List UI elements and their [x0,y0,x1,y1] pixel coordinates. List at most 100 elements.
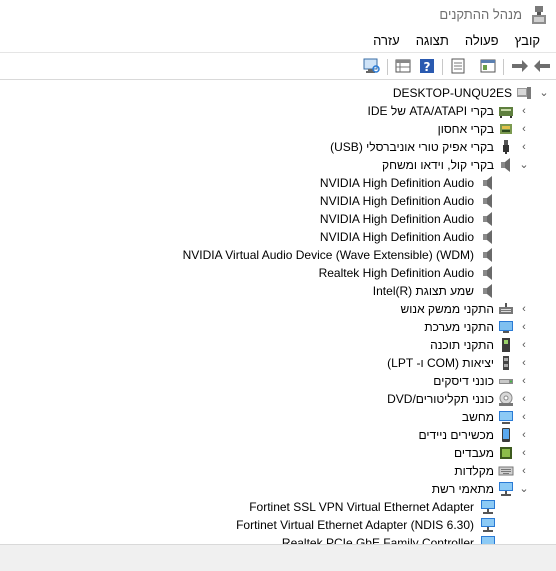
network-adapter-icon [499,482,513,496]
chevron-right-icon[interactable]: ‹ [518,444,530,462]
device-manager-app-icon [532,6,546,24]
chevron-right-icon[interactable]: ‹ [518,372,530,390]
category-label: מכשירים ניידים [418,428,494,442]
tree-device[interactable]: Realtek PCIe GbE Family Controller [0,534,556,544]
title-bar: מנהל ההתקנים [0,0,556,30]
device-label: שמע תצוגת Intel(R) [372,284,474,298]
menu-file[interactable]: קובץ [507,30,548,52]
speaker-icon [483,248,492,262]
category-label: מתאמי רשת [431,482,494,496]
speaker-icon [483,230,492,244]
category-label: התקני תוכנה [430,338,494,352]
chevron-right-icon[interactable]: ‹ [518,426,530,444]
usb-icon [503,140,509,154]
chevron-right-icon[interactable]: ‹ [518,102,530,120]
toolbar-separator [387,59,388,75]
computer-root-icon [517,87,531,99]
svg-text:?: ? [424,60,431,74]
chevron-down-icon[interactable]: ⌄ [518,480,530,498]
toolbar-separator [442,59,443,75]
device-label: Realtek High Definition Audio [318,266,474,280]
toolbar-separator [503,59,504,75]
device-label: NVIDIA Virtual Audio Device (Wave Extens… [182,248,474,262]
chevron-down-icon[interactable]: ⌄ [538,84,550,102]
speaker-icon [483,176,492,190]
category-label: בקרי ATA/ATAPI של IDE [367,104,495,118]
tree-device[interactable]: NVIDIA High Definition Audio [0,174,556,192]
chevron-right-icon[interactable]: ‹ [518,354,530,372]
category-label: בקרי אפיק טורי אוניברסלי (USB) [330,140,494,154]
computer-icon [499,411,513,424]
tree-category[interactable]: ‹ מכשירים ניידים [0,426,556,444]
tree-category[interactable]: ‹ כונני דיסקים [0,372,556,390]
chevron-right-icon[interactable]: ‹ [518,138,530,156]
ide-controller-icon [499,107,513,118]
back-arrow-icon[interactable] [532,57,552,75]
chevron-right-icon[interactable]: ‹ [518,300,530,318]
network-adapter-icon [481,536,495,544]
tree-device[interactable]: Fortinet Virtual Ethernet Adapter (NDIS … [0,516,556,534]
chevron-right-icon[interactable]: ‹ [518,462,530,480]
category-label: התקני ממשק אנוש [400,302,494,316]
device-tree: ⌄ DESKTOP-UNQU2ES ‹ בקרי ATA/ATAPI של ID… [0,82,556,544]
status-bar [0,544,556,571]
tree-category[interactable]: ⌄ בקרי קול, וידאו ומשחק [0,156,556,174]
category-label: מעבדים [454,446,494,460]
toolbar: ? [0,52,556,80]
dvd-drive-icon [499,391,513,406]
chevron-right-icon[interactable]: ‹ [518,120,530,138]
menu-bar: קובץ פעולה תצוגה עזרה [0,30,556,52]
tree-root[interactable]: ⌄ DESKTOP-UNQU2ES [0,84,556,102]
chevron-right-icon[interactable]: ‹ [518,408,530,426]
hid-icon [499,303,513,314]
tree-root-label: DESKTOP-UNQU2ES [392,86,512,100]
update-driver-icon[interactable] [448,57,468,75]
tree-category[interactable]: ‹ מחשב [0,408,556,426]
tree-category[interactable]: ⌄ מתאמי רשת [0,480,556,498]
speaker-icon [483,212,492,226]
tree-category[interactable]: ‹ מעבדים [0,444,556,462]
menu-action[interactable]: פעולה [457,30,507,52]
network-adapter-icon [481,500,495,514]
chevron-down-icon[interactable]: ⌄ [518,156,530,174]
tree-device[interactable]: NVIDIA High Definition Audio [0,210,556,228]
device-label: NVIDIA High Definition Audio [319,230,474,244]
view-grid-icon[interactable] [393,57,413,75]
software-device-icon [502,338,510,352]
tree-device[interactable]: NVIDIA Virtual Audio Device (Wave Extens… [0,246,556,264]
tree-category[interactable]: ‹ יציאות (COM ו- LPT) [0,354,556,372]
menu-view[interactable]: תצוגה [408,30,457,52]
tree-category[interactable]: ‹ התקני תוכנה [0,336,556,354]
device-label: NVIDIA High Definition Audio [319,194,474,208]
tree-device[interactable]: שמע תצוגת Intel(R) [0,282,556,300]
speaker-icon [483,266,492,280]
device-label: NVIDIA High Definition Audio [319,212,474,226]
network-adapter-icon [481,518,495,532]
tree-category[interactable]: ‹ התקני ממשק אנוש [0,300,556,318]
chevron-right-icon[interactable]: ‹ [518,336,530,354]
tree-device[interactable]: Realtek High Definition Audio [0,264,556,282]
scan-hardware-icon[interactable] [362,57,382,75]
tree-category[interactable]: ‹ בקרי אחסון [0,120,556,138]
system-devices-icon [499,321,513,333]
tree-device[interactable]: NVIDIA High Definition Audio [0,192,556,210]
tree-category[interactable]: ‹ כונני תקליטורים/DVD [0,390,556,408]
tree-category[interactable]: ‹ מקלדות [0,462,556,480]
menu-help[interactable]: עזרה [365,30,408,52]
processor-icon [500,447,512,459]
tree-category[interactable]: ‹ בקרי ATA/ATAPI של IDE [0,102,556,120]
chevron-right-icon[interactable]: ‹ [518,390,530,408]
help-icon[interactable]: ? [417,57,437,75]
tree-device[interactable]: Fortinet SSL VPN Virtual Ethernet Adapte… [0,498,556,516]
forward-arrow-icon[interactable] [510,57,530,75]
speaker-icon [501,158,510,172]
tree-category[interactable]: ‹ בקרי אפיק טורי אוניברסלי (USB) [0,138,556,156]
tree-category[interactable]: ‹ התקני מערכת [0,318,556,336]
speaker-icon [483,284,492,298]
device-label: Fortinet SSL VPN Virtual Ethernet Adapte… [249,500,474,514]
chevron-right-icon[interactable]: ‹ [518,318,530,336]
category-label: התקני מערכת [424,320,494,334]
tree-device[interactable]: NVIDIA High Definition Audio [0,228,556,246]
properties-icon[interactable] [478,57,498,75]
device-label: Fortinet Virtual Ethernet Adapter (NDIS … [236,518,474,532]
